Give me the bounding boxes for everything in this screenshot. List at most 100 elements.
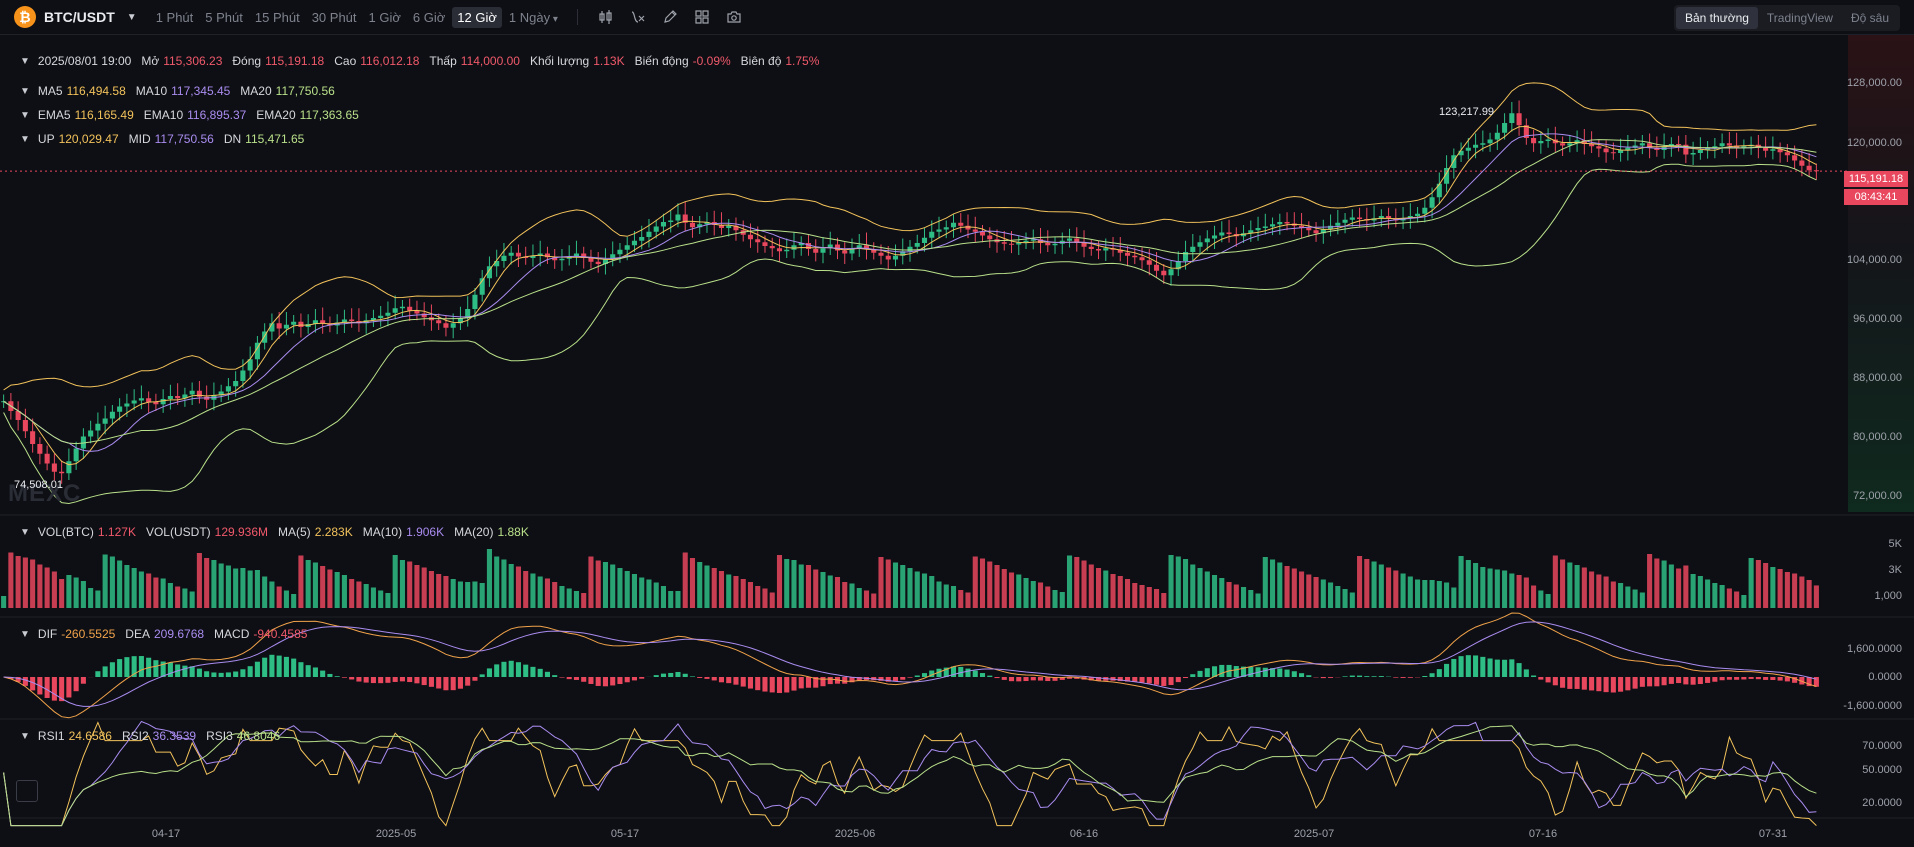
macd-bar — [530, 666, 536, 677]
volume-bar — [711, 568, 717, 608]
macd-bar — [283, 656, 289, 677]
candle-body — [1487, 139, 1493, 144]
interval-6h[interactable]: 6 Giờ — [408, 7, 450, 28]
interval-15m[interactable]: 15 Phút — [250, 7, 305, 28]
candle-body — [936, 229, 942, 232]
macd-bar — [1291, 671, 1297, 677]
rsi2-value: 36.3539 — [152, 729, 197, 743]
macd-bar — [566, 677, 572, 680]
volume-bar — [1030, 581, 1036, 608]
settings-toggle-icon[interactable] — [16, 780, 38, 802]
view-normal-button[interactable]: Bản thường — [1675, 7, 1758, 29]
macd-bar — [240, 669, 246, 677]
chevron-down-icon[interactable]: ▼ — [127, 12, 137, 23]
candle-body — [1255, 228, 1261, 231]
interval-1h[interactable]: 1 Giờ — [364, 7, 406, 28]
macd-bar — [602, 677, 608, 687]
volume-bar — [334, 572, 340, 608]
volume-bar — [1175, 556, 1181, 608]
volume-bar — [1705, 579, 1711, 608]
macd-bar — [1784, 677, 1790, 682]
volume-bar — [682, 552, 688, 608]
volume-bar — [950, 586, 957, 608]
camera-snapshot-icon[interactable] — [720, 5, 748, 29]
volume-bar — [443, 576, 449, 608]
macd-bar — [769, 677, 775, 693]
candle-body — [769, 246, 775, 249]
amplitude-label: Biên độ — [740, 54, 782, 68]
macd-bar — [1146, 677, 1152, 684]
layout-grid-icon[interactable] — [688, 5, 716, 29]
collapse-chevron-icon[interactable]: ▼ — [20, 731, 30, 742]
candle-body — [1639, 143, 1645, 146]
price-tick: 88,000.00 — [1853, 372, 1902, 384]
volume-bar — [1625, 586, 1631, 608]
interval-5m[interactable]: 5 Phút — [200, 7, 248, 28]
candle-body — [95, 423, 101, 431]
collapse-chevron-icon[interactable]: ▼ — [20, 134, 30, 145]
volume-bar — [1436, 581, 1442, 608]
volume-bar — [1088, 564, 1094, 608]
candle-body — [921, 237, 928, 243]
volume-bar — [1661, 560, 1667, 608]
indicators-icon[interactable] — [624, 5, 652, 29]
volume-bar — [1059, 592, 1065, 608]
view-tradingview-button[interactable]: TradingView — [1758, 7, 1842, 29]
macd-bar — [1647, 677, 1653, 687]
boll-mid-value: 117,750.56 — [154, 132, 214, 146]
candle-body — [1799, 160, 1805, 166]
price-tick: 104,000.00 — [1846, 254, 1902, 266]
volume-bar — [943, 584, 949, 608]
macd-bar — [305, 665, 311, 677]
collapse-chevron-icon[interactable]: ▼ — [20, 110, 30, 121]
volume-bar — [726, 574, 732, 608]
boll-mid-label: MID — [128, 132, 151, 146]
volume-bar — [436, 574, 442, 608]
interval-1d-dropdown[interactable]: 1 Ngày — [504, 7, 563, 28]
macd-bar — [254, 661, 260, 677]
view-depth-button[interactable]: Độ sâu — [1842, 7, 1898, 29]
vol-ma20-label: MA(20) — [454, 525, 494, 539]
macd-bar — [291, 658, 297, 677]
macd-tick: 0.0000 — [1868, 671, 1902, 683]
rsi-tick: 70.0000 — [1862, 740, 1902, 752]
draw-pencil-icon[interactable] — [656, 5, 684, 29]
collapse-chevron-icon[interactable]: ▼ — [20, 629, 30, 640]
candle-body — [1045, 243, 1051, 246]
interval-1m[interactable]: 1 Phút — [151, 7, 199, 28]
macd-bar — [987, 675, 993, 677]
boll-legend: ▼ UP 120,029.47 MID 117,750.56 DN 115,471.6… — [20, 132, 314, 146]
volume-bar — [1494, 569, 1500, 608]
price-chart[interactable] — [0, 35, 1914, 847]
open-label: Mở — [141, 54, 160, 68]
candle-body — [298, 321, 304, 327]
macd-bar — [363, 677, 369, 683]
candle-body — [588, 258, 594, 262]
candle-body — [175, 396, 181, 399]
volume-bar — [1146, 587, 1152, 608]
candle-type-icon[interactable] — [592, 5, 620, 29]
interval-12h[interactable]: 12 Giờ — [452, 6, 502, 28]
candle-body — [1306, 228, 1312, 231]
ma10-line — [3, 133, 1817, 452]
pair-selector[interactable]: BTC/USDT — [44, 9, 115, 25]
volume-bar — [892, 562, 899, 608]
candle-body — [1596, 146, 1602, 149]
collapse-chevron-icon[interactable]: ▼ — [20, 56, 30, 67]
macd-bar — [1262, 667, 1268, 677]
volume-bar — [211, 560, 217, 608]
candle-body — [399, 306, 405, 309]
candle-body — [559, 258, 565, 261]
volume-bar — [1465, 560, 1471, 608]
collapse-chevron-icon[interactable]: ▼ — [20, 86, 30, 97]
volume-bar — [269, 581, 275, 608]
macd-bar — [407, 677, 413, 683]
volume-bar — [530, 573, 536, 608]
collapse-chevron-icon[interactable]: ▼ — [20, 527, 30, 538]
volume-bar — [581, 593, 587, 608]
macd-bar — [1661, 677, 1667, 686]
candle-body — [515, 252, 521, 257]
candle-body — [842, 250, 848, 254]
interval-30m[interactable]: 30 Phút — [307, 7, 362, 28]
ma20-label: MA20 — [240, 84, 272, 98]
